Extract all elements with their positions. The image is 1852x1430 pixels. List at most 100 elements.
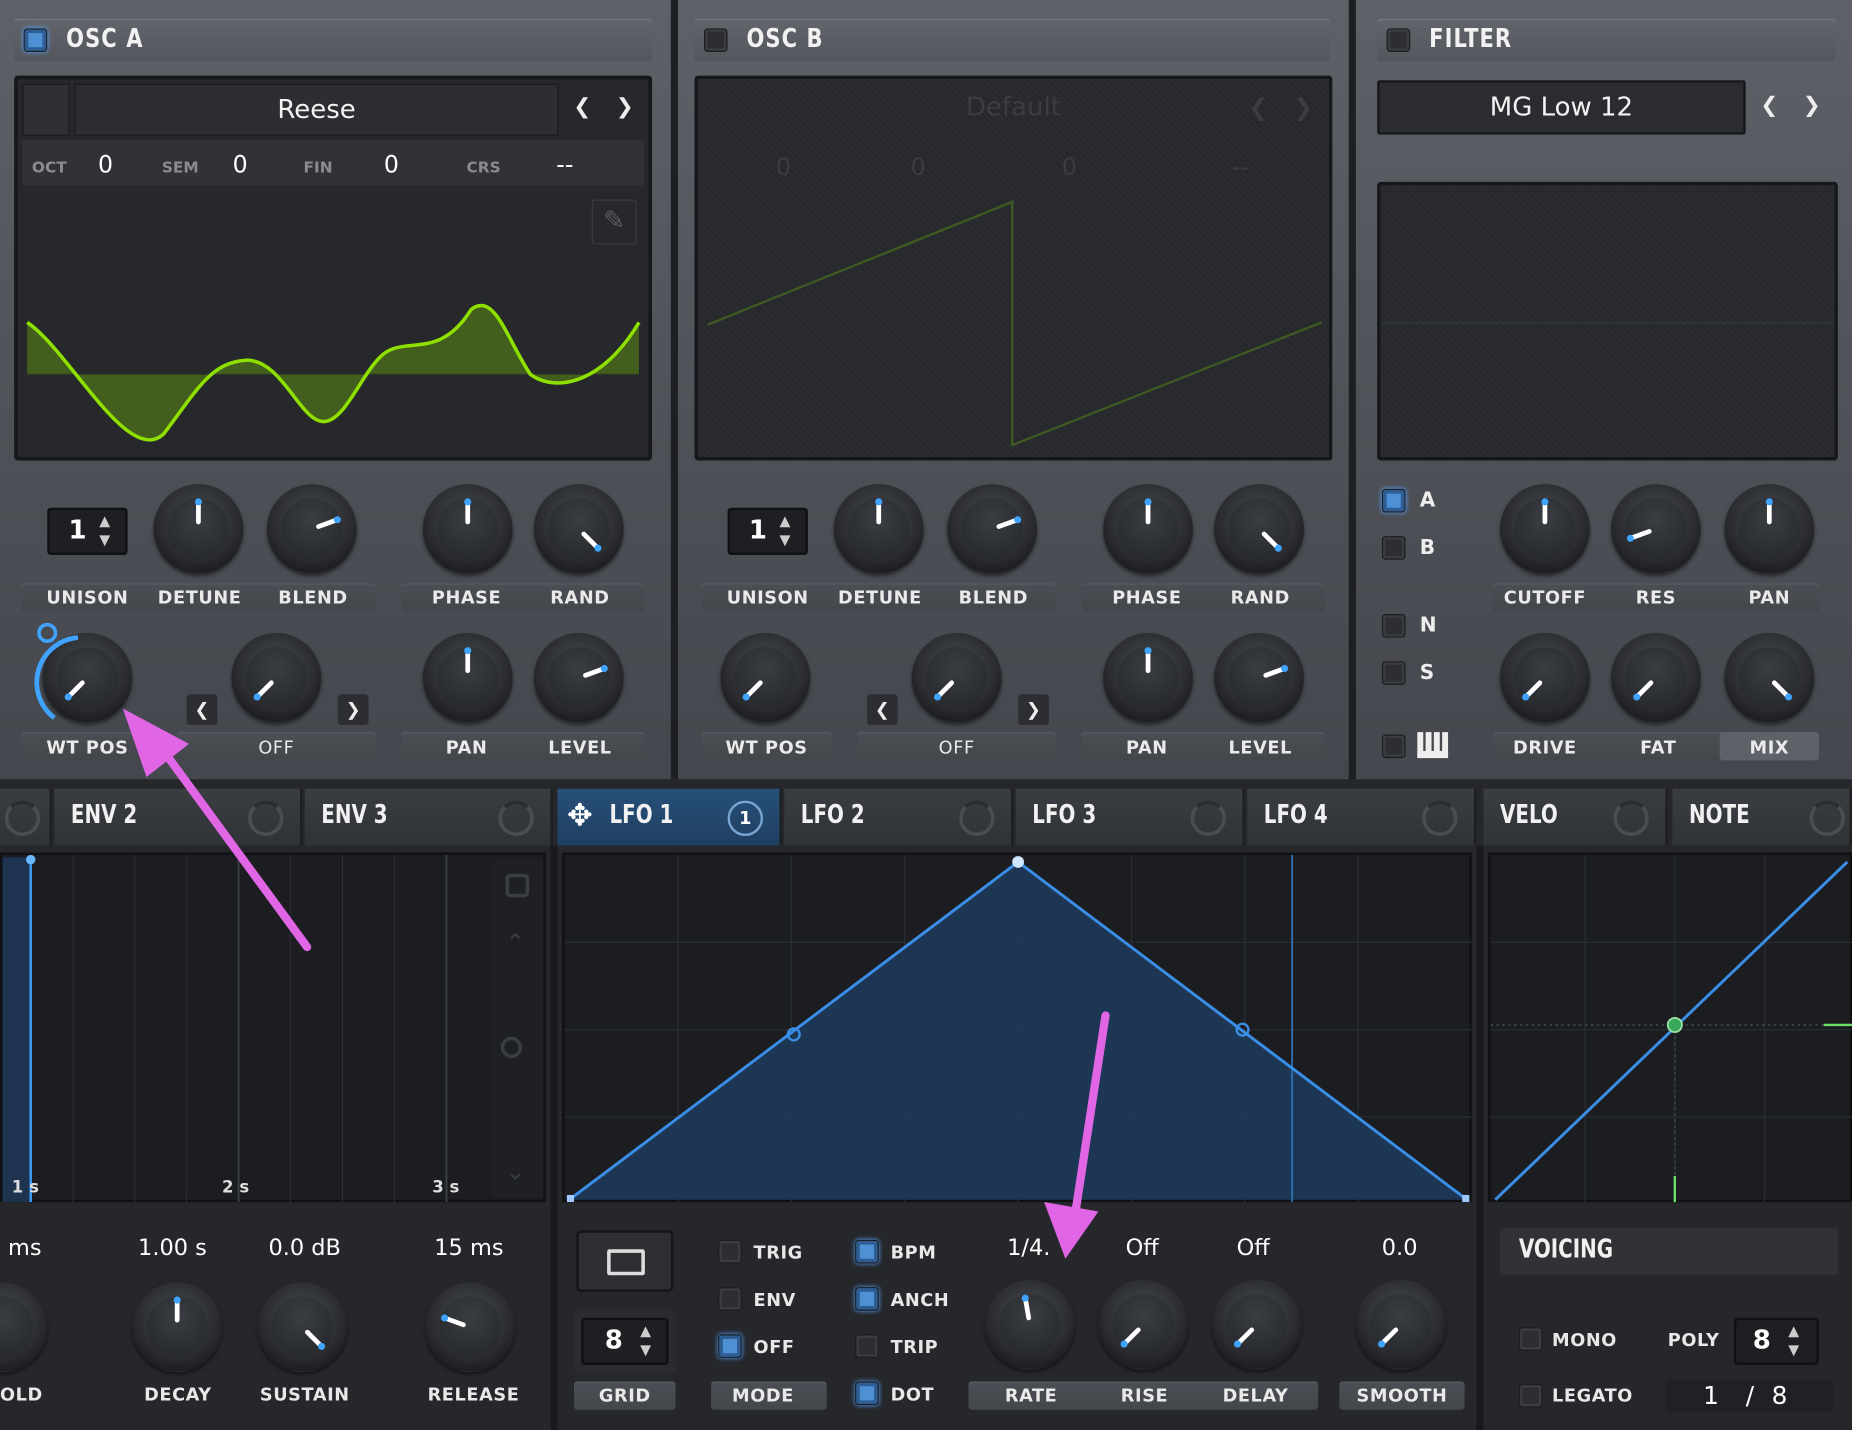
spin-up-icon[interactable]: ▲ [780, 512, 791, 529]
osc-b-level-knob[interactable] [1214, 632, 1304, 723]
filter-next-icon[interactable]: ❯ [1795, 90, 1828, 123]
osc-a-next-icon[interactable]: ❯ [608, 91, 641, 124]
tab-lfo2[interactable]: LFO 2 [784, 788, 1014, 846]
osc-b-phase-knob[interactable] [1103, 484, 1193, 574]
filter-drive-knob[interactable] [1500, 632, 1590, 723]
spin-up-icon[interactable]: ▲ [1788, 1322, 1799, 1339]
osc-a-enable-checkbox[interactable] [23, 28, 48, 52]
spin-down-icon[interactable]: ▼ [640, 1341, 651, 1358]
wt-next-icon[interactable]: ❯ [337, 694, 369, 726]
filter-keytrack-checkbox[interactable] [1381, 734, 1406, 759]
spin-up-icon[interactable]: ▲ [99, 512, 110, 529]
osc-a-waveform [26, 303, 641, 442]
chevron-down-icon[interactable]: ⌄ [506, 1157, 526, 1185]
crs-value[interactable]: -- [556, 150, 573, 178]
osc-a-prev-icon[interactable]: ❮ [566, 91, 599, 124]
lfo-grid-spinner[interactable]: 8 ▲ ▼ [581, 1317, 669, 1366]
tab-note[interactable]: NOTE [1672, 788, 1852, 846]
wt-prev-icon[interactable]: ❮ [186, 694, 218, 726]
tab-lfo1[interactable]: ✥ LFO 1 1 [557, 788, 782, 846]
osc-b-sem[interactable]: 0 [911, 152, 926, 180]
spin-down-icon[interactable]: ▼ [99, 531, 110, 548]
lfo-delay-knob[interactable] [1211, 1279, 1302, 1370]
bpm-checkbox[interactable] [855, 1239, 879, 1264]
spin-down-icon[interactable]: ▼ [1788, 1341, 1799, 1358]
rate-label: RATE [1004, 1385, 1058, 1407]
filter-route-b-checkbox[interactable] [1381, 536, 1406, 560]
lfo-rise-knob[interactable] [1098, 1279, 1189, 1370]
tab-env1[interactable] [0, 788, 52, 846]
tab-lfo4[interactable]: LFO 4 [1247, 788, 1477, 846]
osc-b-next-icon[interactable]: ❯ [1293, 93, 1313, 121]
filter-enable-checkbox[interactable] [1386, 28, 1411, 52]
filter-type-selector[interactable]: MG Low 12 [1377, 80, 1746, 135]
filter-cutoff-knob[interactable] [1500, 484, 1590, 574]
voicing-title: VOICING [1518, 1235, 1614, 1265]
chevron-up-icon[interactable]: ⌃ [506, 928, 526, 956]
fin-value[interactable]: 0 [384, 150, 399, 178]
spin-up-icon[interactable]: ▲ [640, 1322, 651, 1339]
lfo-rate-knob[interactable] [985, 1279, 1075, 1370]
osc-b-wt-pos-knob[interactable] [720, 632, 811, 723]
osc-a-blend-knob[interactable] [266, 484, 357, 574]
lfo-preset-folder-button[interactable] [576, 1230, 674, 1292]
filter-fat-knob[interactable] [1611, 632, 1701, 723]
tab-lfo3[interactable]: LFO 3 [1015, 788, 1245, 846]
osc-a-pan-knob[interactable] [422, 632, 513, 723]
filter-prev-icon[interactable]: ❮ [1753, 90, 1786, 123]
lock-icon[interactable] [505, 873, 530, 898]
osc-b-blend-knob[interactable] [947, 484, 1038, 574]
filter-mix-knob[interactable] [1724, 632, 1815, 723]
osc-b-rand-knob[interactable] [1214, 484, 1304, 574]
osc-b-warp-knob[interactable] [911, 632, 1002, 723]
osc-b-wt-prev-icon[interactable]: ❮ [866, 694, 898, 726]
trip-checkbox[interactable] [855, 1334, 879, 1358]
osc-b-oct[interactable]: 0 [776, 152, 791, 180]
tab-env3[interactable]: ENV 3 [304, 788, 553, 846]
filter-route-a-checkbox[interactable] [1381, 488, 1406, 513]
anch-checkbox[interactable] [855, 1287, 879, 1311]
osc-b-crs[interactable]: -- [1232, 152, 1249, 180]
spin-down-icon[interactable]: ▼ [780, 531, 791, 548]
off-checkbox[interactable] [718, 1334, 742, 1358]
filter-route-s-checkbox[interactable] [1381, 661, 1406, 685]
osc-a-detune-knob[interactable] [153, 484, 244, 574]
tab-velo[interactable]: VELO [1483, 788, 1668, 846]
move-icon[interactable]: ✥ [567, 798, 593, 833]
lfo-graph[interactable] [562, 852, 1472, 1203]
osc-a-rand-knob[interactable] [533, 484, 624, 574]
mono-checkbox[interactable] [1518, 1327, 1543, 1351]
env-graph[interactable]: 1 s 2 s 3 s ⌃ ⌄ [0, 852, 546, 1203]
velocity-graph[interactable] [1488, 852, 1852, 1203]
filter-pan-knob[interactable] [1724, 484, 1815, 574]
filter-route-n-checkbox[interactable] [1381, 614, 1406, 638]
lfo-smooth-knob[interactable] [1355, 1279, 1446, 1370]
tab-env2[interactable]: ENV 2 [54, 788, 303, 846]
zoom-icon[interactable] [500, 1036, 523, 1058]
env-checkbox[interactable] [718, 1287, 742, 1311]
filter-res-knob[interactable] [1611, 484, 1701, 574]
osc-a-phase-knob[interactable] [422, 484, 513, 574]
env-decay-knob[interactable] [132, 1282, 223, 1373]
osc-b-detune-knob[interactable] [833, 484, 924, 574]
osc-b-enable-checkbox[interactable] [703, 28, 728, 52]
oct-value[interactable]: 0 [98, 150, 113, 178]
osc-b-unison-spinner[interactable]: 1 ▲ ▼ [727, 507, 808, 555]
trig-checkbox[interactable] [718, 1239, 742, 1264]
osc-a-warp-knob[interactable] [231, 632, 322, 723]
osc-a-level-knob[interactable] [533, 632, 624, 723]
osc-a-menu-button[interactable] [22, 83, 70, 136]
legato-checkbox[interactable] [1518, 1383, 1543, 1408]
osc-b-pan-knob[interactable] [1103, 632, 1193, 723]
env-release-knob[interactable] [425, 1282, 515, 1373]
osc-b-fin[interactable]: 0 [1062, 152, 1077, 180]
osc-b-prev-icon[interactable]: ❮ [1248, 93, 1268, 121]
sem-value[interactable]: 0 [233, 150, 248, 178]
edit-pencil-icon[interactable]: ✎ [591, 199, 637, 245]
poly-spinner[interactable]: 8 ▲ ▼ [1733, 1317, 1819, 1366]
dot-checkbox[interactable] [855, 1381, 879, 1406]
env-sustain-knob[interactable] [257, 1282, 348, 1373]
osc-b-wt-next-icon[interactable]: ❯ [1018, 694, 1049, 726]
osc-a-unison-spinner[interactable]: 1 ▲ ▼ [47, 507, 128, 555]
osc-a-wavetable-selector[interactable]: Reese [74, 83, 559, 136]
